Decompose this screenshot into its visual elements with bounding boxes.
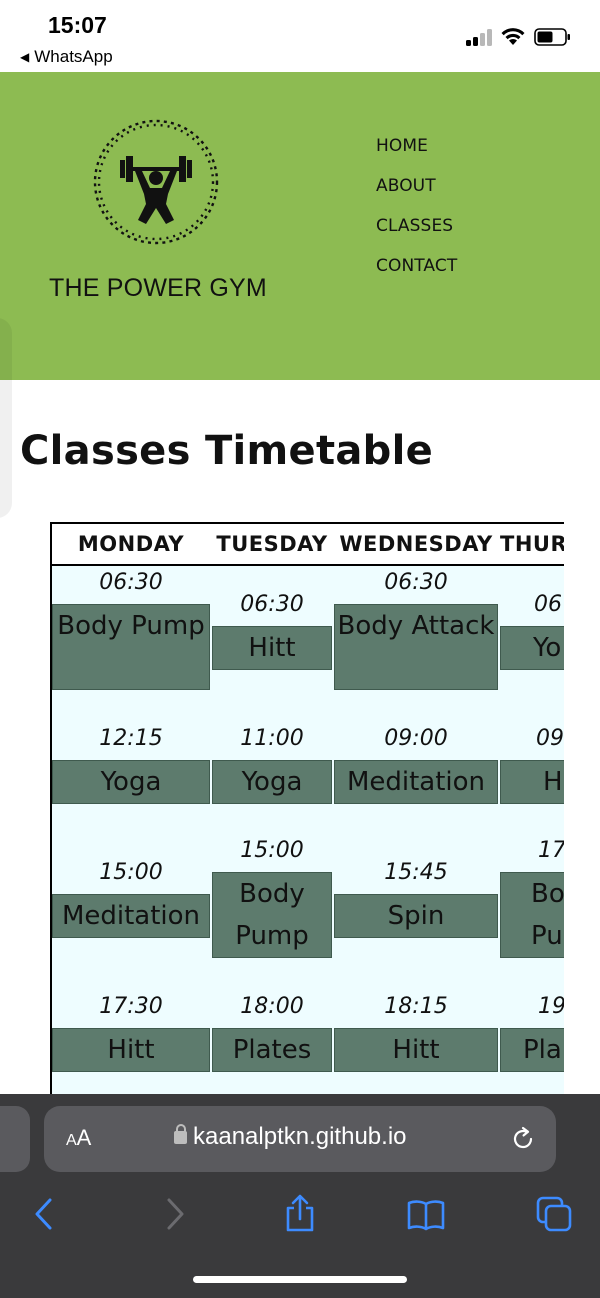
share-icon[interactable] (280, 1194, 320, 1234)
class-time: 15:00 (99, 860, 163, 885)
class-cell[interactable]: Yo (500, 626, 564, 670)
cellular-signal-icon (466, 28, 492, 46)
url-label: kaanalptkn.github.io (193, 1123, 407, 1150)
timetable-header-row: MONDAY TUESDAY WEDNESDAY THUR (52, 524, 564, 566)
status-bar: 15:07 ◀ WhatsApp (0, 0, 600, 72)
wifi-icon (501, 28, 525, 45)
nav-contact[interactable]: CONTACT (376, 254, 457, 294)
class-cell[interactable]: Hitt (52, 1028, 210, 1072)
url-text: kaanalptkn.github.io (174, 1123, 407, 1151)
class-time: 11:00 (240, 726, 304, 751)
page-title: Classes Timetable (20, 428, 434, 474)
browser-toolbar: AA kaanalptkn.github.io (0, 1094, 600, 1298)
back-app-label: WhatsApp (34, 47, 113, 66)
class-time: 09 (536, 726, 564, 751)
class-time: 06:30 (384, 570, 448, 595)
class-time: 18:00 (240, 994, 304, 1019)
lock-icon (174, 1124, 187, 1144)
class-cell[interactable]: Bo Pu (500, 872, 564, 958)
class-cell[interactable]: Meditation (52, 894, 210, 938)
class-cell[interactable]: Hitt (334, 1028, 498, 1072)
class-cell[interactable]: Pla (500, 1028, 564, 1072)
class-time: 06 (534, 592, 562, 617)
day-header-tuesday: TUESDAY (216, 532, 328, 556)
gym-logo[interactable]: THE POWER GYM (46, 112, 270, 312)
reader-settings-button[interactable]: AA (66, 1125, 91, 1151)
class-cell[interactable]: Body Attack (334, 604, 498, 690)
class-time: 12:15 (99, 726, 163, 751)
class-time: 19 (538, 994, 564, 1019)
reload-icon[interactable] (510, 1126, 536, 1152)
edge-shadow (0, 318, 12, 518)
nav-about[interactable]: ABOUT (376, 174, 457, 214)
class-time: 09:00 (384, 726, 448, 751)
home-indicator (193, 1276, 407, 1283)
class-time: 18:15 (384, 994, 448, 1019)
class-cell[interactable]: Hitt (212, 626, 332, 670)
class-time: 15:00 (240, 838, 304, 863)
class-time: 15:45 (384, 860, 448, 885)
class-time: 17:30 (99, 994, 163, 1019)
forward-icon[interactable] (155, 1194, 195, 1234)
class-cell[interactable]: Yoga (212, 760, 332, 804)
nav-classes[interactable]: CLASSES (376, 214, 457, 254)
class-cell[interactable]: Spin (334, 894, 498, 938)
back-to-app-link[interactable]: ◀ WhatsApp (20, 47, 113, 67)
battery-icon (534, 28, 570, 46)
logo-text: THE POWER GYM (49, 274, 267, 302)
class-time: 06:30 (99, 570, 163, 595)
previous-tab-preview[interactable] (0, 1106, 30, 1172)
classes-timetable: MONDAY TUESDAY WEDNESDAY THUR 06:30 Body… (50, 522, 564, 1097)
tabs-icon[interactable] (534, 1194, 574, 1234)
class-time: 17 (538, 838, 564, 863)
class-cell[interactable]: Meditation (334, 760, 498, 804)
screen: { "status_bar": { "time": "15:07", "back… (0, 0, 600, 1298)
bookmarks-icon[interactable] (406, 1194, 446, 1234)
class-cell[interactable]: Body Pump (212, 872, 332, 958)
address-bar[interactable]: AA kaanalptkn.github.io (44, 1106, 556, 1172)
class-cell[interactable]: H (500, 760, 564, 804)
class-cell[interactable]: Body Pump (52, 604, 210, 690)
nav-home[interactable]: HOME (376, 134, 457, 174)
day-header-wednesday: WEDNESDAY (339, 532, 493, 556)
weightlifter-wreath-icon (93, 119, 219, 245)
day-header-monday: MONDAY (77, 532, 185, 556)
day-header-thursday: THUR (500, 532, 564, 556)
status-time: 15:07 (48, 12, 107, 38)
back-icon[interactable] (24, 1194, 64, 1234)
main-nav: HOME ABOUT CLASSES CONTACT (376, 134, 457, 294)
class-cell[interactable]: Plates (212, 1028, 332, 1072)
site-header: THE POWER GYM HOME ABOUT CLASSES CONTACT (0, 72, 600, 380)
class-cell[interactable]: Yoga (52, 760, 210, 804)
back-triangle-icon: ◀ (20, 50, 30, 64)
class-time: 06:30 (240, 592, 304, 617)
